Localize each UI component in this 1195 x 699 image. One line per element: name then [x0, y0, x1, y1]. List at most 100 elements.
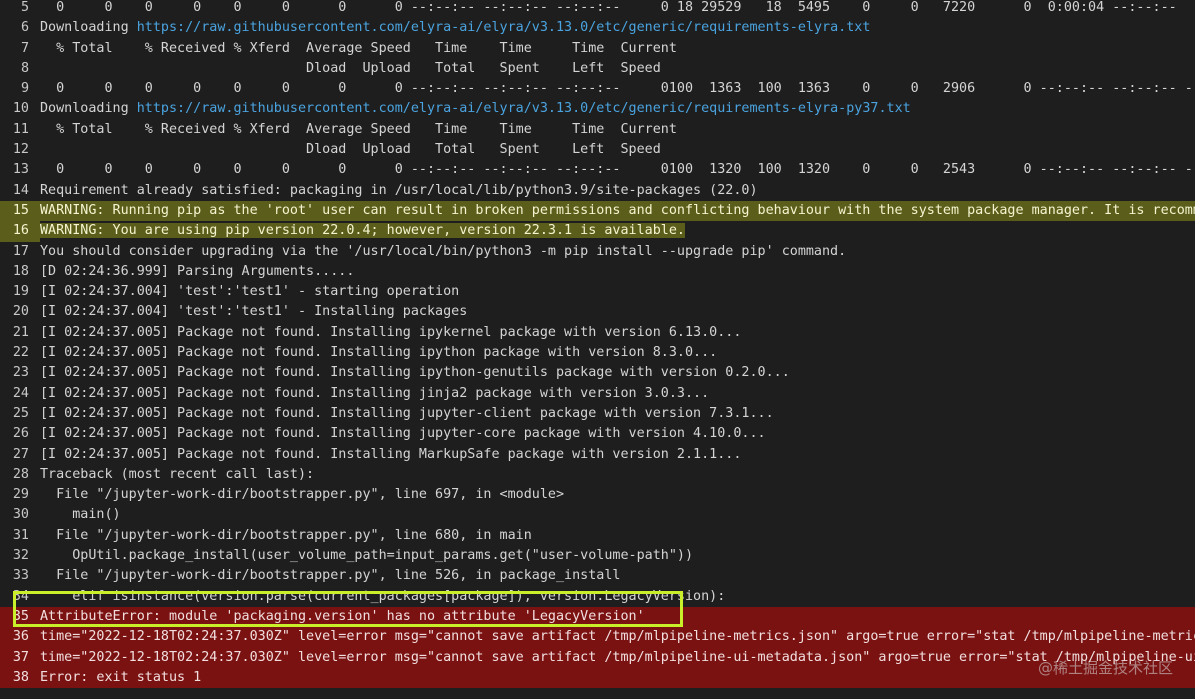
- log-line: 28 Traceback (most recent call last):: [0, 465, 1195, 485]
- download-url-link[interactable]: https://raw.githubusercontent.com/elyra-…: [137, 101, 911, 116]
- line-number: 31: [12, 527, 29, 543]
- log-text: [I 02:24:37.005] Package not found. Inst…: [40, 385, 710, 401]
- log-line: 21 [I 02:24:37.005] Package not found. In…: [0, 323, 1195, 343]
- log-line: 17 You should consider upgrading via the …: [0, 242, 1195, 262]
- log-line: 14 Requirement already satisfied: packagi…: [0, 181, 1195, 201]
- line-number: 17: [12, 243, 29, 259]
- download-label: Downloading: [40, 20, 137, 36]
- log-text: File "/jupyter-work-dir/bootstrapper.py"…: [40, 487, 565, 503]
- line-number: 11: [12, 121, 29, 137]
- log-line: 33 File "/jupyter-work-dir/bootstrapper.…: [0, 566, 1195, 586]
- log-text: WARNING: You are using pip version 22.0.…: [40, 221, 1195, 241]
- log-line: 7 % Total % Received % Xferd Average Spe…: [0, 39, 1195, 59]
- line-number: 8: [20, 60, 29, 76]
- line-number: 30: [12, 507, 29, 523]
- line-number: 22: [12, 345, 29, 361]
- log-line: 38 Error: exit status 1: [0, 667, 1195, 689]
- line-number: 38: [12, 669, 29, 685]
- log-text: time="2022-12-18T02:24:37.030Z" level=er…: [40, 629, 1195, 645]
- line-number: 36: [12, 629, 29, 645]
- log-line: 12 Dload Upload Total Spent Left Speed: [0, 140, 1195, 160]
- log-line: 31 File "/jupyter-work-dir/bootstrapper.…: [0, 526, 1195, 546]
- download-label: Downloading: [40, 101, 137, 117]
- watermark: @稀土掘金技术社区: [1037, 659, 1173, 677]
- log-line: 8 Dload Upload Total Spent Left Speed: [0, 59, 1195, 79]
- log-line: 19 [I 02:24:37.004] 'test':'test1' - star…: [0, 282, 1195, 302]
- log-line: 32 OpUtil.package_install(user_volume_pa…: [0, 546, 1195, 566]
- line-number: 24: [12, 385, 29, 401]
- log-text: You should consider upgrading via the '/…: [40, 243, 847, 259]
- log-text: Dload Upload Total Spent Left Speed: [40, 142, 661, 158]
- log-line: 20 [I 02:24:37.004] 'test':'test1' - Inst…: [0, 302, 1195, 322]
- log-line: 10 Downloading https://raw.githubusercont…: [0, 99, 1195, 119]
- log-line: 29 File "/jupyter-work-dir/bootstrapper.…: [0, 485, 1195, 505]
- log-line: 6 Downloading https://raw.githubuserconte…: [0, 18, 1195, 38]
- log-line: 30 main(): [0, 505, 1195, 525]
- log-text: WARNING: Running pip as the 'root' user …: [40, 202, 1195, 218]
- log-text: [I 02:24:37.005] Package not found. Inst…: [40, 324, 742, 340]
- line-number: 25: [12, 405, 29, 421]
- log-line: 15 WARNING: Running pip as the 'root' use…: [0, 200, 1195, 222]
- log-text: Error: exit status 1: [40, 669, 202, 685]
- line-number: 9: [20, 81, 29, 97]
- line-number: 33: [12, 568, 29, 584]
- line-number: 16: [0, 221, 40, 242]
- terminal-log: 5 0 0 0 0 0 0 0 0 --:--:-- --:--:-- --:-…: [0, 0, 1195, 689]
- line-number: 7: [20, 40, 29, 56]
- line-number: 37: [12, 649, 29, 665]
- log-text: elif isinstance(version.parse(current_pa…: [40, 588, 726, 604]
- line-number: 21: [12, 324, 29, 340]
- log-line: 22 [I 02:24:37.005] Package not found. In…: [0, 343, 1195, 363]
- log-text: [I 02:24:37.005] Package not found. Inst…: [40, 365, 790, 381]
- log-text: Traceback (most recent call last):: [40, 466, 315, 482]
- download-url-link[interactable]: https://raw.githubusercontent.com/elyra-…: [137, 20, 871, 35]
- line-number: 19: [12, 284, 29, 300]
- log-text: 0 0 0 0 0 0 0 0 --:--:-- --:--:-- --:--:…: [40, 162, 1195, 178]
- log-line: 11 % Total % Received % Xferd Average Sp…: [0, 120, 1195, 140]
- log-text: [I 02:24:37.005] Package not found. Inst…: [40, 405, 774, 421]
- log-line: 36 time="2022-12-18T02:24:37.030Z" level=…: [0, 627, 1195, 648]
- log-text: Downloading https://raw.githubuserconten…: [40, 99, 1195, 119]
- line-number: 23: [12, 365, 29, 381]
- log-line: 25 [I 02:24:37.005] Package not found. In…: [0, 404, 1195, 424]
- log-line: 35 AttributeError: module 'packaging.vers…: [0, 606, 1195, 628]
- log-line: 9 0 0 0 0 0 0 0 0 --:--:-- --:--:-- --:-…: [0, 79, 1195, 99]
- line-number: 32: [12, 548, 29, 564]
- log-line: 24 [I 02:24:37.005] Package not found. In…: [0, 384, 1195, 404]
- log-text: [I 02:24:37.005] Package not found. Inst…: [40, 345, 718, 361]
- log-text: [I 02:24:37.005] Package not found. Inst…: [40, 446, 742, 462]
- log-text: AttributeError: module 'packaging.versio…: [40, 608, 645, 624]
- log-line: 37 time="2022-12-18T02:24:37.030Z" level=…: [0, 647, 1195, 668]
- log-text: [D 02:24:36.999] Parsing Arguments.....: [40, 263, 355, 279]
- line-number: 6: [20, 20, 29, 36]
- log-text: Requirement already satisfied: packaging…: [40, 182, 758, 198]
- log-text: File "/jupyter-work-dir/bootstrapper.py"…: [40, 527, 532, 543]
- line-number: 27: [12, 446, 29, 462]
- log-line: 27 [I 02:24:37.005] Package not found. In…: [0, 445, 1195, 465]
- log-text: File "/jupyter-work-dir/bootstrapper.py"…: [40, 568, 621, 584]
- log-text: Dload Upload Total Spent Left Speed: [40, 60, 661, 76]
- line-number: 20: [12, 304, 29, 320]
- log-line: 26 [I 02:24:37.005] Package not found. In…: [0, 424, 1195, 444]
- line-number: 14: [12, 182, 29, 198]
- line-number: 26: [12, 426, 29, 442]
- log-line: 16 WARNING: You are using pip version 22.…: [0, 221, 1195, 242]
- log-text: [I 02:24:37.004] 'test':'test1' - starti…: [40, 284, 460, 300]
- log-line: 5 0 0 0 0 0 0 0 0 --:--:-- --:--:-- --:-…: [0, 0, 1195, 18]
- log-line: 18 [D 02:24:36.999] Parsing Arguments....…: [0, 262, 1195, 282]
- log-text: % Total % Received % Xferd Average Speed…: [40, 40, 677, 56]
- log-text: main(): [40, 507, 121, 523]
- line-number: 34: [12, 588, 29, 604]
- log-text: OpUtil.package_install(user_volume_path=…: [40, 548, 694, 564]
- log-text: 0 0 0 0 0 0 0 0 --:--:-- --:--:-- --:--:…: [40, 0, 1177, 15]
- log-text: [I 02:24:37.005] Package not found. Inst…: [40, 426, 766, 442]
- line-number: 15: [12, 202, 29, 218]
- line-number: 13: [12, 162, 29, 178]
- line-number: 28: [12, 466, 29, 482]
- log-text: 0 0 0 0 0 0 0 0 --:--:-- --:--:-- --:--:…: [40, 81, 1195, 97]
- log-text: % Total % Received % Xferd Average Speed…: [40, 121, 677, 137]
- log-text: Downloading https://raw.githubuserconten…: [40, 18, 1195, 38]
- log-line: 34 elif isinstance(version.parse(current…: [0, 587, 1195, 607]
- log-text: time="2022-12-18T02:24:37.030Z" level=er…: [40, 649, 1195, 665]
- warning-text: WARNING: You are using pip version 22.0.…: [40, 223, 685, 239]
